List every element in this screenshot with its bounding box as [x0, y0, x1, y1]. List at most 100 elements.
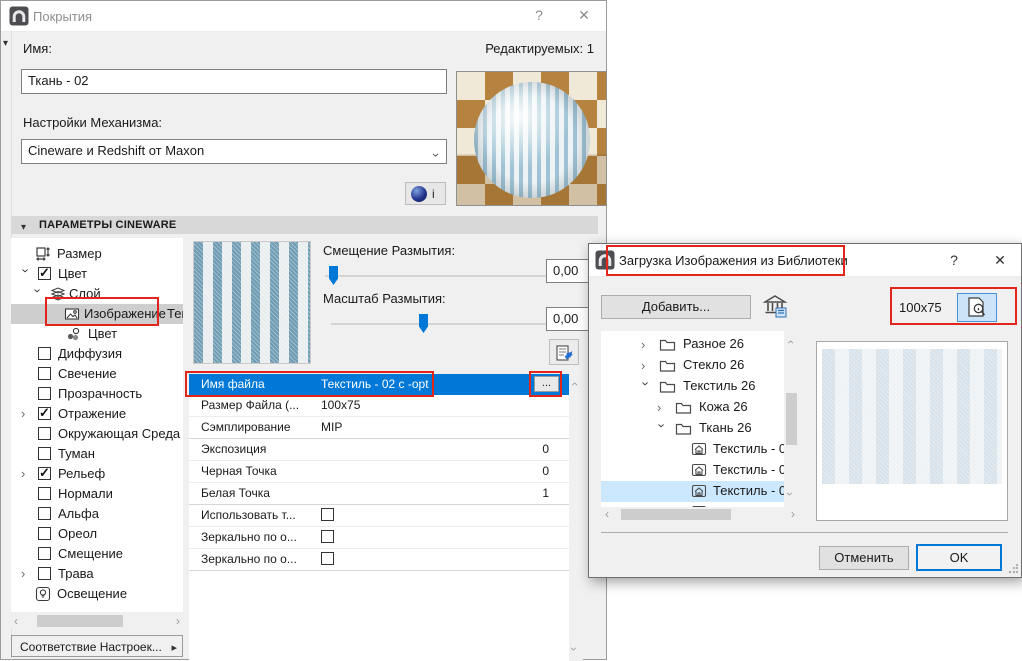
table-row-blackpoint[interactable]: Черная Точка 0: [189, 461, 569, 483]
lib-folder-leather[interactable]: Кожа 26: [601, 397, 784, 418]
tree-item-reflection[interactable]: Отражение: [11, 404, 183, 424]
lib-item-textile-02a[interactable]: Текстиль - 02 с: [601, 460, 784, 481]
help-button[interactable]: ?: [526, 7, 552, 25]
params-vscrollbar[interactable]: [569, 374, 583, 661]
checkbox[interactable]: [38, 527, 51, 540]
surfaces-titlebar[interactable]: Покрытия ? ✕: [1, 1, 606, 32]
expander-icon[interactable]: [19, 269, 34, 279]
checkbox[interactable]: [38, 267, 51, 280]
help-button[interactable]: ?: [941, 252, 967, 270]
checkbox[interactable]: [38, 427, 51, 440]
checkbox[interactable]: [38, 507, 51, 520]
lib-folder-glass[interactable]: Стекло 26: [601, 355, 784, 376]
resize-grip[interactable]: [1008, 564, 1018, 574]
tree-item-illumination[interactable]: Освещение: [11, 584, 183, 604]
tree-item-color-shader[interactable]: Цвет: [11, 324, 183, 344]
library-titlebar[interactable]: Загрузка Изображения из Библиотеки ? ✕: [589, 244, 1021, 277]
lib-folder-fabric[interactable]: Ткань 26: [601, 418, 784, 439]
name-input[interactable]: Ткань - 02: [21, 69, 447, 94]
tree-item-color[interactable]: Цвет: [11, 264, 183, 284]
tree-item-luminance[interactable]: Свечение: [11, 364, 183, 384]
tree-item-normals[interactable]: Нормали: [11, 484, 183, 504]
browse-button[interactable]: ...: [534, 376, 559, 392]
checkbox[interactable]: [321, 508, 334, 521]
checkbox[interactable]: [38, 407, 51, 420]
add-button[interactable]: Добавить...: [601, 295, 751, 319]
slider-thumb[interactable]: [329, 266, 338, 285]
row-value[interactable]: 0: [542, 442, 549, 456]
table-row-exposure[interactable]: Экспозиция 0: [189, 439, 569, 461]
checkbox[interactable]: [38, 387, 51, 400]
tree-item-alpha[interactable]: Альфа: [11, 504, 183, 524]
expander-icon[interactable]: [641, 337, 651, 352]
tree-item-transparency[interactable]: Прозрачность: [11, 384, 183, 404]
checkbox[interactable]: [38, 367, 51, 380]
tree-item-displacement[interactable]: Смещение: [11, 544, 183, 564]
scroll-up-icon[interactable]: [568, 382, 580, 386]
close-button[interactable]: ✕: [987, 252, 1013, 270]
expander-icon[interactable]: [639, 382, 654, 392]
cineware-section-header[interactable]: ПАРАМЕТРЫ CINEWARE: [11, 216, 598, 234]
tree-item-layer[interactable]: Слой: [11, 284, 183, 304]
table-row-sampling[interactable]: Сэмплирование MIP: [189, 417, 569, 439]
checkbox[interactable]: [321, 530, 334, 543]
expander-icon[interactable]: [21, 466, 31, 481]
row-value[interactable]: 1: [542, 486, 549, 500]
edit-shader-button[interactable]: [549, 339, 579, 365]
expander-icon[interactable]: [31, 289, 46, 299]
table-row-filename[interactable]: Имя файла Текстиль - 02 с -opt ...: [189, 374, 569, 395]
library-tree-vscrollbar[interactable]: [784, 331, 799, 507]
scroll-left-icon[interactable]: [605, 508, 609, 520]
tree-item-environment[interactable]: Окружающая Среда: [11, 424, 183, 444]
expander-icon[interactable]: [21, 406, 31, 421]
tree-hscrollbar[interactable]: [11, 613, 183, 629]
checkbox[interactable]: [38, 447, 51, 460]
table-row-filesize[interactable]: Размер Файла (... 100x75: [189, 395, 569, 417]
scroll-up-icon[interactable]: [784, 340, 796, 344]
table-row-use-t[interactable]: Использовать т...: [189, 505, 569, 527]
tree-item-image[interactable]: Изображение Тек: [11, 304, 183, 324]
expander-icon[interactable]: [21, 566, 31, 581]
scroll-right-icon[interactable]: [791, 508, 795, 520]
checkbox[interactable]: [38, 567, 51, 580]
scroll-down-icon[interactable]: [784, 492, 796, 496]
library-tree-hscrollbar[interactable]: [601, 507, 799, 522]
checkbox[interactable]: [321, 552, 334, 565]
checkbox[interactable]: [38, 467, 51, 480]
table-row-mirror-y[interactable]: Зеркально по о...: [189, 549, 569, 571]
match-settings-button[interactable]: Соответствие Настроек...: [11, 635, 183, 657]
table-row-whitepoint[interactable]: Белая Точка 1: [189, 483, 569, 505]
lib-folder-textile[interactable]: Текстиль 26: [601, 376, 784, 397]
blur-scale-slider[interactable]: [331, 323, 547, 325]
texture-thumbnail[interactable]: [193, 241, 311, 364]
scroll-thumb[interactable]: [37, 615, 123, 627]
blur-offset-slider[interactable]: [325, 275, 547, 277]
engine-select[interactable]: Cineware и Redshift от Maxon: [21, 139, 447, 164]
lib-item-textile-02-selected[interactable]: Текстиль - 02: [601, 481, 784, 502]
lib-item-textile-01[interactable]: Текстиль - 01: [601, 439, 784, 460]
scroll-thumb[interactable]: [621, 509, 731, 520]
expander-icon[interactable]: [657, 400, 667, 415]
expander-icon[interactable]: [641, 358, 651, 373]
checkbox[interactable]: [38, 347, 51, 360]
cinema4d-info-button[interactable]: i: [405, 182, 446, 205]
scroll-right-icon[interactable]: [176, 615, 180, 627]
checkbox[interactable]: [38, 487, 51, 500]
checkbox[interactable]: [38, 547, 51, 560]
tree-item-bump[interactable]: Рельеф: [11, 464, 183, 484]
library-manager-button[interactable]: [761, 292, 789, 320]
ok-button[interactable]: OK: [916, 544, 1002, 571]
lib-folder-misc[interactable]: Разное 26: [601, 334, 784, 355]
expander-icon[interactable]: [655, 424, 670, 434]
tree-item-fog[interactable]: Туман: [11, 444, 183, 464]
panel-collapse-icon[interactable]: [3, 33, 8, 51]
cancel-button[interactable]: Отменить: [819, 546, 909, 570]
table-row-mirror-x[interactable]: Зеркально по о...: [189, 527, 569, 549]
scroll-thumb[interactable]: [786, 393, 797, 445]
tree-item-glow[interactable]: Ореол: [11, 524, 183, 544]
tree-item-diffusion[interactable]: Диффузия: [11, 344, 183, 364]
close-button[interactable]: ✕: [571, 7, 597, 25]
row-value[interactable]: 0: [542, 464, 549, 478]
tree-item-size[interactable]: Размер: [11, 244, 183, 264]
slider-thumb[interactable]: [419, 314, 428, 333]
